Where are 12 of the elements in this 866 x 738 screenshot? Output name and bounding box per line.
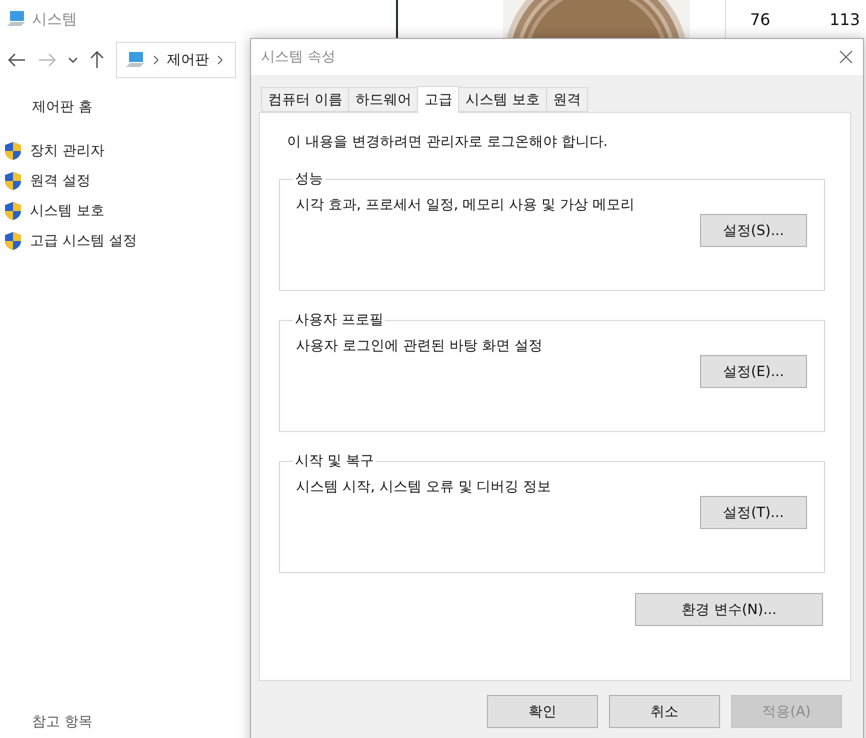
group-title: 성능 — [294, 170, 324, 188]
group-title: 시작 및 복구 — [294, 452, 375, 470]
table-cell: 76 — [750, 10, 770, 28]
group-description: 사용자 로그인에 관련된 바탕 화면 설정 — [296, 337, 544, 355]
window-title: 시스템 — [32, 10, 77, 28]
sidebar-heading: 참고 항목 — [32, 713, 92, 731]
dialog-title: 시스템 속성 — [261, 48, 336, 66]
group-description: 시스템 시작, 시스템 오류 및 디버깅 정보 — [296, 478, 552, 496]
group-description: 시각 효과, 프로세서 일정, 메모리 사용 및 가상 메모리 — [296, 196, 636, 214]
notice-text: 이 내용을 변경하려면 관리자로 로그온해야 합니다. — [287, 133, 609, 151]
table-cell: 113 — [829, 10, 860, 28]
group-title: 사용자 프로필 — [294, 311, 384, 329]
